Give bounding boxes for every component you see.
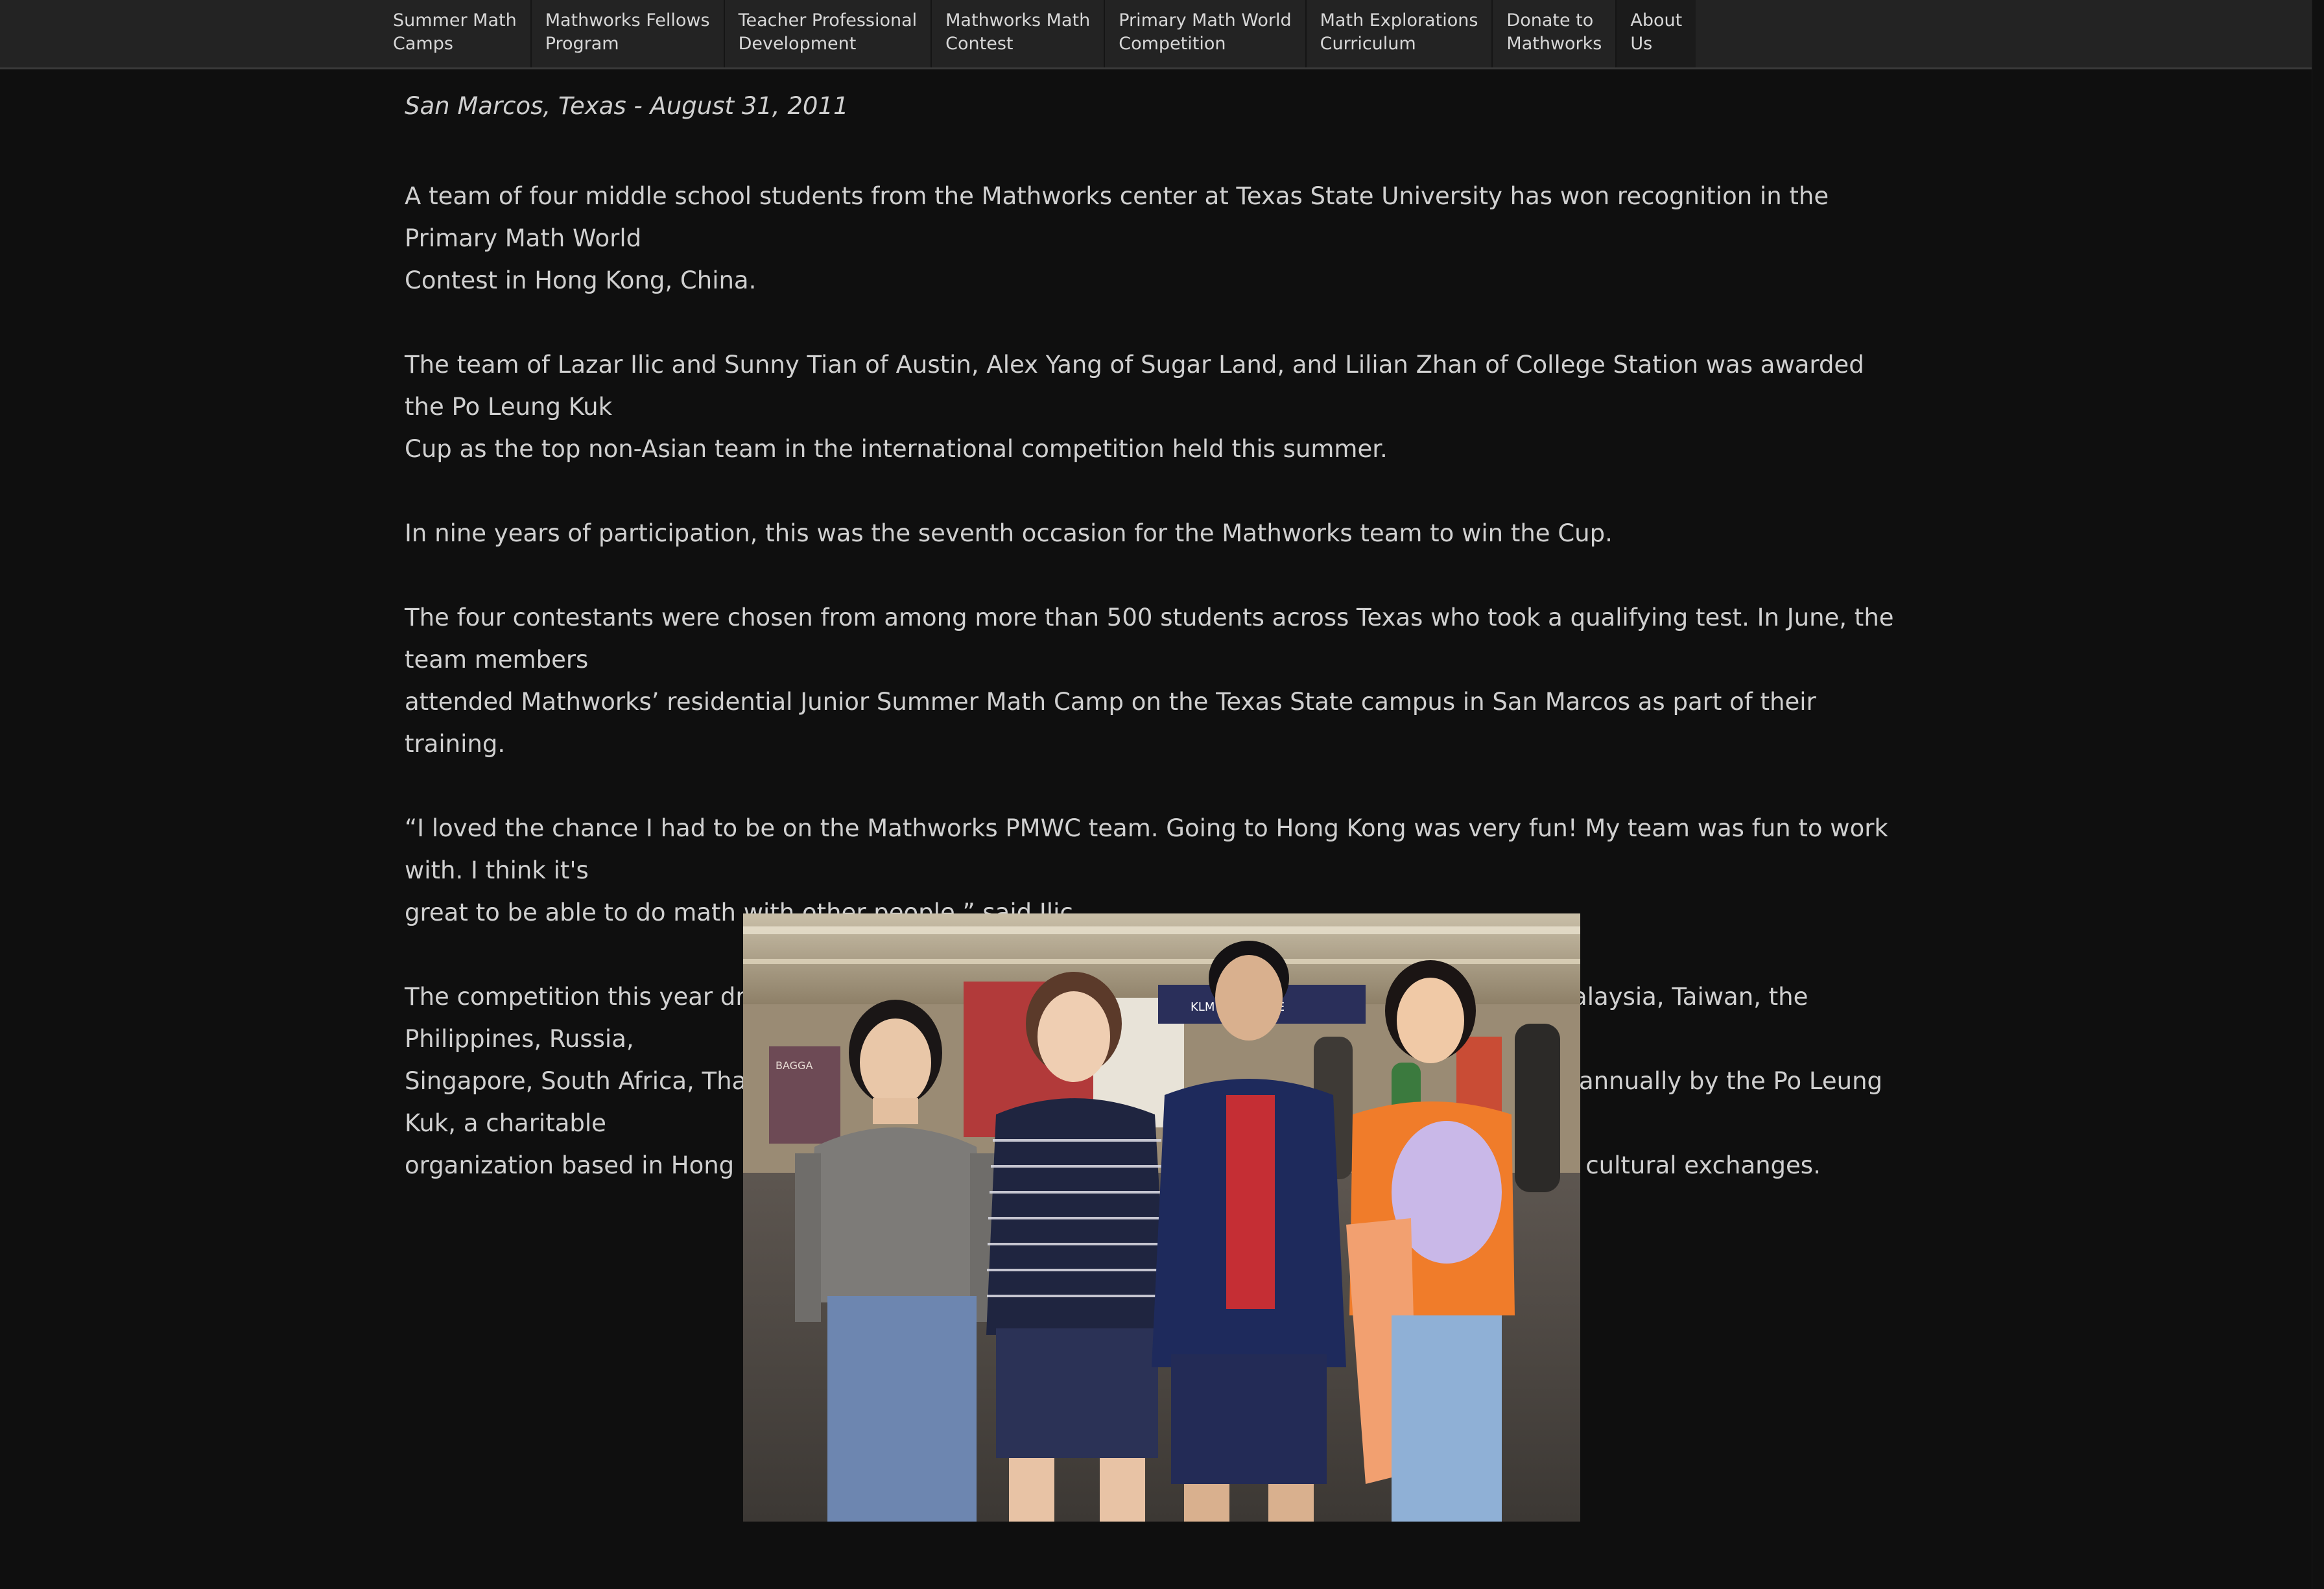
article-paragraph: The team of Lazar Ilic and Sunny Tian of… <box>405 351 1864 463</box>
nav-menu: Summer Math Camps Mathworks Fellows Prog… <box>379 0 1696 67</box>
nav-item-label-line2: Curriculum <box>1320 34 1416 54</box>
team-photo: KLM AIRFRANCE BAGGA <box>743 913 1580 1522</box>
article-paragraph: A team of four middle school students fr… <box>405 182 1829 294</box>
nav-item-mathworks-fellows-program[interactable]: Mathworks Fellows Program <box>532 0 725 67</box>
article-dateline: San Marcos, Texas - August 31, 2011 <box>405 92 849 120</box>
nav-item-label-line2: Development <box>738 34 857 54</box>
nav-item-label-line1: About <box>1630 10 1683 30</box>
nav-item-label-line1: Mathworks Fellows <box>545 10 710 30</box>
nav-item-label-line1: Math Explorations <box>1320 10 1478 30</box>
nav-item-label-line1: Teacher Professional <box>738 10 918 30</box>
nav-item-label-line2: Competition <box>1119 34 1226 54</box>
team-photo-illustration: KLM AIRFRANCE BAGGA <box>743 913 1580 1522</box>
nav-item-primary-math-world-competition[interactable]: Primary Math World Competition <box>1105 0 1307 67</box>
nav-item-summer-math-camps[interactable]: Summer Math Camps <box>379 0 532 67</box>
nav-item-about-us[interactable]: About Us <box>1617 0 1696 67</box>
nav-item-donate-to-mathworks[interactable]: Donate to Mathworks <box>1493 0 1617 67</box>
nav-item-label-line2: Program <box>545 34 619 54</box>
nav-item-label-line1: Mathworks Math <box>945 10 1091 30</box>
nav-item-label-line2: Us <box>1630 34 1653 54</box>
nav-item-label-line2: Camps <box>393 34 453 54</box>
nav-item-label-line1: Summer Math <box>393 10 517 30</box>
nav-item-teacher-professional-development[interactable]: Teacher Professional Development <box>725 0 932 67</box>
nav-item-label-line2: Mathworks <box>1506 34 1602 54</box>
article-paragraph: The four contestants were chosen from am… <box>405 604 1894 758</box>
page-scrollbar[interactable] <box>2312 0 2324 1589</box>
nav-item-mathworks-math-contest[interactable]: Mathworks Math Contest <box>932 0 1106 67</box>
article-paragraph: In nine years of participation, this was… <box>405 519 1613 547</box>
nav-item-label-line2: Contest <box>945 34 1014 54</box>
photo-side-sign-text: BAGGA <box>776 1059 812 1072</box>
nav-item-label-line1: Donate to <box>1506 10 1594 30</box>
nav-item-math-explorations-curriculum[interactable]: Math Explorations Curriculum <box>1307 0 1493 67</box>
nav-item-label-line1: Primary Math World <box>1119 10 1292 30</box>
top-navigation-bar: Summer Math Camps Mathworks Fellows Prog… <box>0 0 2312 69</box>
